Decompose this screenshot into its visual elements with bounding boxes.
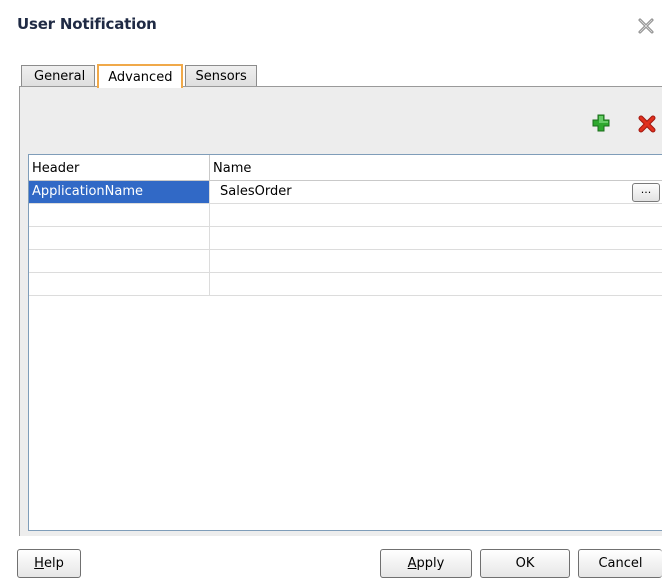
apply-label-rest: pply bbox=[416, 556, 445, 571]
delete-row-button[interactable] bbox=[636, 113, 658, 135]
browse-button[interactable]: ... bbox=[632, 183, 660, 202]
close-button[interactable] bbox=[636, 16, 656, 36]
cancel-button[interactable]: Cancel bbox=[578, 549, 662, 578]
tab-strip: General Advanced Sensors bbox=[21, 64, 259, 88]
apply-button[interactable]: Apply bbox=[380, 549, 472, 578]
header-cell[interactable] bbox=[29, 204, 210, 226]
close-icon bbox=[638, 18, 654, 34]
help-label-rest: elp bbox=[43, 556, 64, 571]
table-row[interactable] bbox=[29, 227, 662, 250]
header-cell[interactable] bbox=[29, 250, 210, 272]
column-header-header[interactable]: Header bbox=[29, 155, 210, 180]
table-row[interactable]: ApplicationName SalesOrder ... bbox=[29, 181, 662, 204]
name-cell[interactable] bbox=[210, 204, 662, 226]
name-cell[interactable] bbox=[210, 273, 662, 295]
table-row[interactable] bbox=[29, 273, 662, 296]
dialog-title: User Notification bbox=[17, 15, 157, 33]
table-row[interactable] bbox=[29, 250, 662, 273]
tab-general[interactable]: General bbox=[21, 65, 96, 87]
ok-button[interactable]: OK bbox=[480, 549, 570, 578]
headers-table: Header Name ApplicationName SalesOrder .… bbox=[28, 154, 662, 531]
tab-advanced[interactable]: Advanced bbox=[97, 64, 184, 88]
help-mnemonic: H bbox=[34, 556, 44, 571]
name-cell[interactable] bbox=[210, 250, 662, 272]
header-cell[interactable]: ApplicationName bbox=[29, 181, 210, 203]
delete-icon bbox=[638, 115, 656, 133]
table-header-row: Header Name bbox=[29, 155, 662, 181]
column-header-name[interactable]: Name bbox=[210, 155, 662, 180]
header-cell[interactable] bbox=[29, 227, 210, 249]
help-button[interactable]: Help bbox=[17, 549, 81, 578]
table-row[interactable] bbox=[29, 204, 662, 227]
add-icon bbox=[592, 114, 610, 132]
name-cell[interactable] bbox=[210, 227, 662, 249]
add-row-button[interactable] bbox=[590, 112, 612, 134]
user-notification-dialog: User Notification General Advanced Senso… bbox=[0, 0, 662, 579]
apply-mnemonic: A bbox=[407, 556, 417, 571]
name-cell[interactable]: SalesOrder bbox=[210, 181, 662, 203]
advanced-panel: Header Name ApplicationName SalesOrder .… bbox=[19, 86, 662, 536]
header-cell[interactable] bbox=[29, 273, 210, 295]
tab-sensors[interactable]: Sensors bbox=[185, 65, 257, 87]
